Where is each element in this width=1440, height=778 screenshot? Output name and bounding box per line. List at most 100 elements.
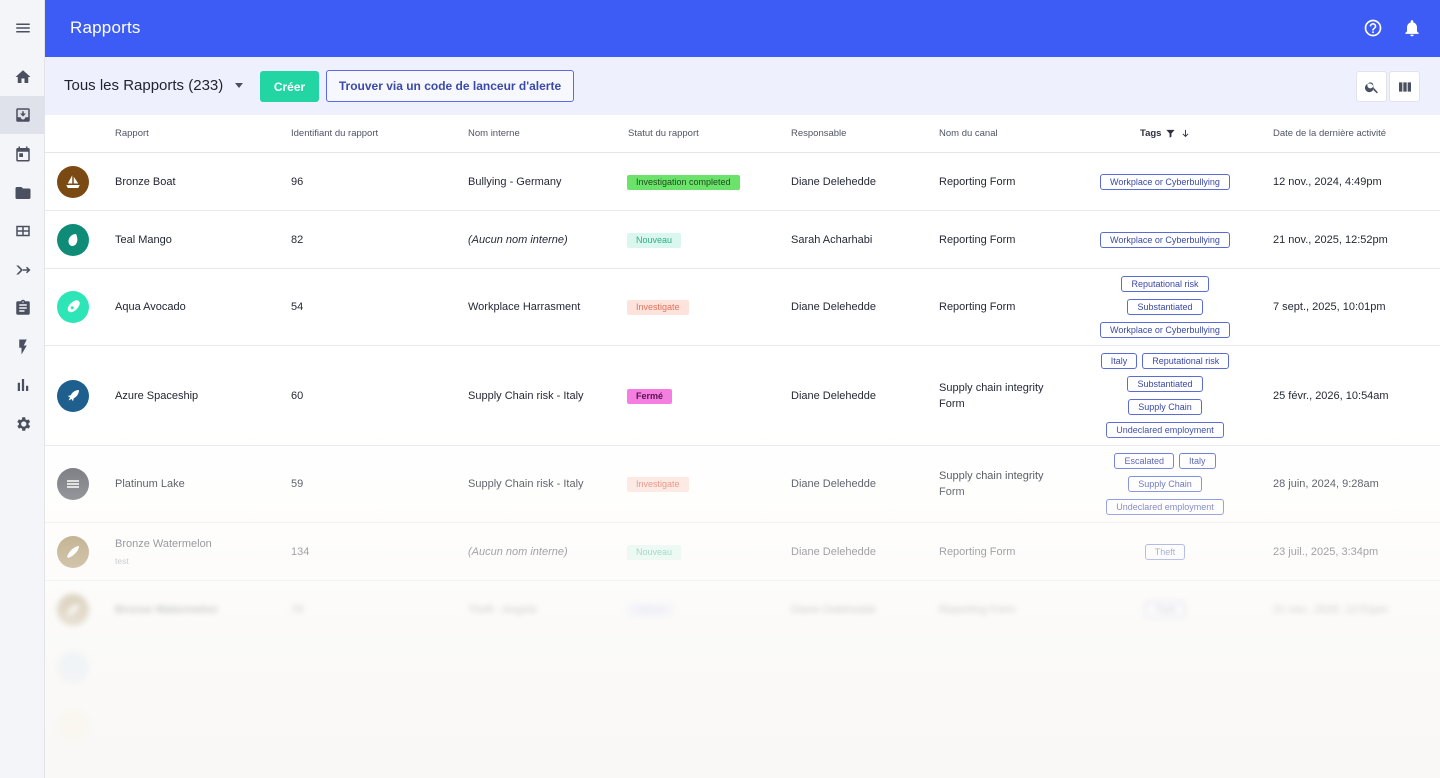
view-selector[interactable]: Tous les Rapports (233) bbox=[64, 77, 223, 94]
tags-list: Theft bbox=[1080, 602, 1250, 618]
report-name: Bronze Watermelon bbox=[115, 538, 212, 550]
last-activity-date: 28 juin, 2024, 9:28am bbox=[1273, 478, 1379, 490]
sidebar bbox=[0, 0, 45, 778]
create-button[interactable]: Créer bbox=[260, 71, 319, 102]
inbox-icon[interactable] bbox=[0, 96, 45, 134]
tag: Reputational risk bbox=[1121, 276, 1209, 292]
tags-list: Workplace or Cyberbullying bbox=[1080, 174, 1250, 190]
spaceship-icon bbox=[57, 380, 89, 412]
table-row[interactable]: Teal Mango 82 (Aucun nom interne) Nouvea… bbox=[45, 211, 1440, 269]
report-subtitle: test bbox=[115, 556, 129, 566]
calendar-icon[interactable] bbox=[0, 135, 45, 173]
report-id: 60 bbox=[291, 390, 304, 402]
report-name: Bronze Boat bbox=[115, 176, 176, 188]
menu-icon[interactable] bbox=[0, 9, 45, 47]
tags-list: Workplace or Cyberbullying bbox=[1080, 232, 1250, 248]
table-row[interactable]: Platinum Lake 59 Supply Chain risk - Ita… bbox=[45, 446, 1440, 523]
clipboard-icon[interactable] bbox=[0, 289, 45, 327]
last-activity-date: 7 sept., 2025, 10:01pm bbox=[1273, 301, 1386, 313]
watermelon-icon bbox=[57, 536, 89, 568]
tag: Escalated bbox=[1114, 453, 1174, 469]
last-activity-date: 25 févr., 2026, 10:54am bbox=[1273, 390, 1389, 402]
watermelon-icon bbox=[57, 594, 89, 626]
column-header-id[interactable]: Identifiant du rapport bbox=[291, 128, 378, 139]
table-row[interactable] bbox=[45, 639, 1440, 697]
column-header-channel[interactable]: Nom du canal bbox=[939, 128, 998, 139]
table-row[interactable]: Bronze Boat 96 Bullying - Germany Invest… bbox=[45, 153, 1440, 211]
tag: Supply Chain bbox=[1128, 476, 1202, 492]
status-badge: Investigate bbox=[627, 300, 689, 315]
internal-name: Bullying - Germany bbox=[468, 176, 562, 188]
report-id: 78 bbox=[291, 604, 304, 616]
column-header-tags[interactable]: Tags bbox=[1140, 128, 1191, 139]
help-icon[interactable] bbox=[1362, 17, 1384, 39]
channel-name: Reporting Form bbox=[939, 546, 1016, 558]
channel-name: Reporting Form bbox=[939, 604, 1016, 616]
table-icon[interactable] bbox=[0, 212, 45, 250]
channel-name: Reporting Form bbox=[939, 301, 1016, 313]
chevron-down-icon[interactable] bbox=[235, 83, 243, 88]
column-header-last-activity[interactable]: Date de la dernière activité bbox=[1273, 128, 1386, 139]
bell-icon[interactable] bbox=[1401, 17, 1423, 39]
merge-icon[interactable] bbox=[0, 251, 45, 289]
tag: Italy bbox=[1100, 353, 1138, 369]
tag: Theft bbox=[1144, 544, 1186, 560]
table-row[interactable] bbox=[45, 697, 1440, 755]
report-name: Azure Spaceship bbox=[115, 390, 199, 402]
lake-icon bbox=[57, 468, 89, 500]
sort-arrow-down-icon[interactable] bbox=[1180, 128, 1191, 139]
internal-name: (Aucun nom interne) bbox=[468, 234, 568, 246]
owner: Diane Delehedde bbox=[791, 176, 877, 188]
tag: Theft bbox=[1144, 602, 1186, 618]
tag: Undeclared employment bbox=[1106, 422, 1224, 438]
tag: Workplace or Cyberbullying bbox=[1100, 322, 1230, 338]
table-header: Rapport Identifiant du rapport Nom inter… bbox=[45, 115, 1440, 153]
folder-icon[interactable] bbox=[0, 174, 45, 212]
page-title: Rapports bbox=[70, 18, 141, 37]
status-badge: Investigation completed bbox=[627, 175, 740, 190]
table-row[interactable]: Bronze Watermelon test 134 (Aucun nom in… bbox=[45, 523, 1440, 581]
column-header-internal-name[interactable]: Nom interne bbox=[468, 128, 520, 139]
status-badge: Nouveau bbox=[627, 545, 682, 560]
report-name: Aqua Avocado bbox=[115, 301, 186, 313]
home-icon[interactable] bbox=[0, 58, 45, 96]
column-header-status[interactable]: Statut du rapport bbox=[628, 128, 699, 139]
owner: Diane Delehedde bbox=[791, 478, 877, 490]
filter-icon[interactable] bbox=[1165, 128, 1176, 139]
find-by-whistleblower-code-button[interactable]: Trouver via un code de lanceur d'alerte bbox=[326, 70, 574, 102]
report-name: Bronze Watermelon bbox=[115, 604, 218, 616]
table-row[interactable]: Bronze Watermelon 78 Theft - Angola Clôt… bbox=[45, 581, 1440, 639]
toolbar: Tous les Rapports (233) Créer Trouver vi… bbox=[45, 57, 1440, 115]
view-selector-label: Tous les Rapports (233) bbox=[64, 77, 224, 94]
last-activity-date: 21 nov., 2025, 12:51pm bbox=[1273, 604, 1388, 616]
internal-name: Supply Chain risk - Italy bbox=[468, 478, 584, 490]
tag: Workplace or Cyberbullying bbox=[1100, 174, 1230, 190]
reports-table: Rapport Identifiant du rapport Nom inter… bbox=[45, 115, 1440, 778]
columns-icon[interactable] bbox=[1389, 71, 1420, 102]
table-row[interactable]: Aqua Avocado 54 Workplace Harrasment Inv… bbox=[45, 269, 1440, 346]
tags-list: Reputational risk Substantiated Workplac… bbox=[1080, 276, 1250, 338]
flash-icon[interactable] bbox=[0, 328, 45, 366]
tags-list: Theft bbox=[1080, 544, 1250, 560]
settings-icon[interactable] bbox=[0, 405, 45, 443]
app-header: Rapports bbox=[45, 0, 1440, 57]
column-header-report[interactable]: Rapport bbox=[115, 128, 149, 139]
tag: Undeclared employment bbox=[1106, 499, 1224, 515]
owner: Diane Delehedde bbox=[791, 546, 877, 558]
internal-name: Theft - Angola bbox=[468, 604, 537, 616]
column-header-owner[interactable]: Responsable bbox=[791, 128, 846, 139]
tag: Substantiated bbox=[1127, 376, 1203, 392]
bar-chart-icon[interactable] bbox=[0, 366, 45, 404]
owner: Diane Delehedde bbox=[791, 390, 877, 402]
internal-name: Supply Chain risk - Italy bbox=[468, 390, 584, 402]
table-row[interactable]: Azure Spaceship 60 Supply Chain risk - I… bbox=[45, 346, 1440, 446]
search-icon[interactable] bbox=[1356, 71, 1387, 102]
report-name: Platinum Lake bbox=[115, 478, 185, 490]
boat-icon bbox=[57, 166, 89, 198]
tag: Reputational risk bbox=[1142, 353, 1230, 369]
internal-name: (Aucun nom interne) bbox=[468, 546, 568, 558]
column-header-tags-label: Tags bbox=[1140, 128, 1162, 139]
status-badge: Clôturé bbox=[627, 603, 675, 618]
channel-name: Reporting Form bbox=[939, 234, 1016, 246]
last-activity-date: 21 nov., 2025, 12:52pm bbox=[1273, 234, 1388, 246]
